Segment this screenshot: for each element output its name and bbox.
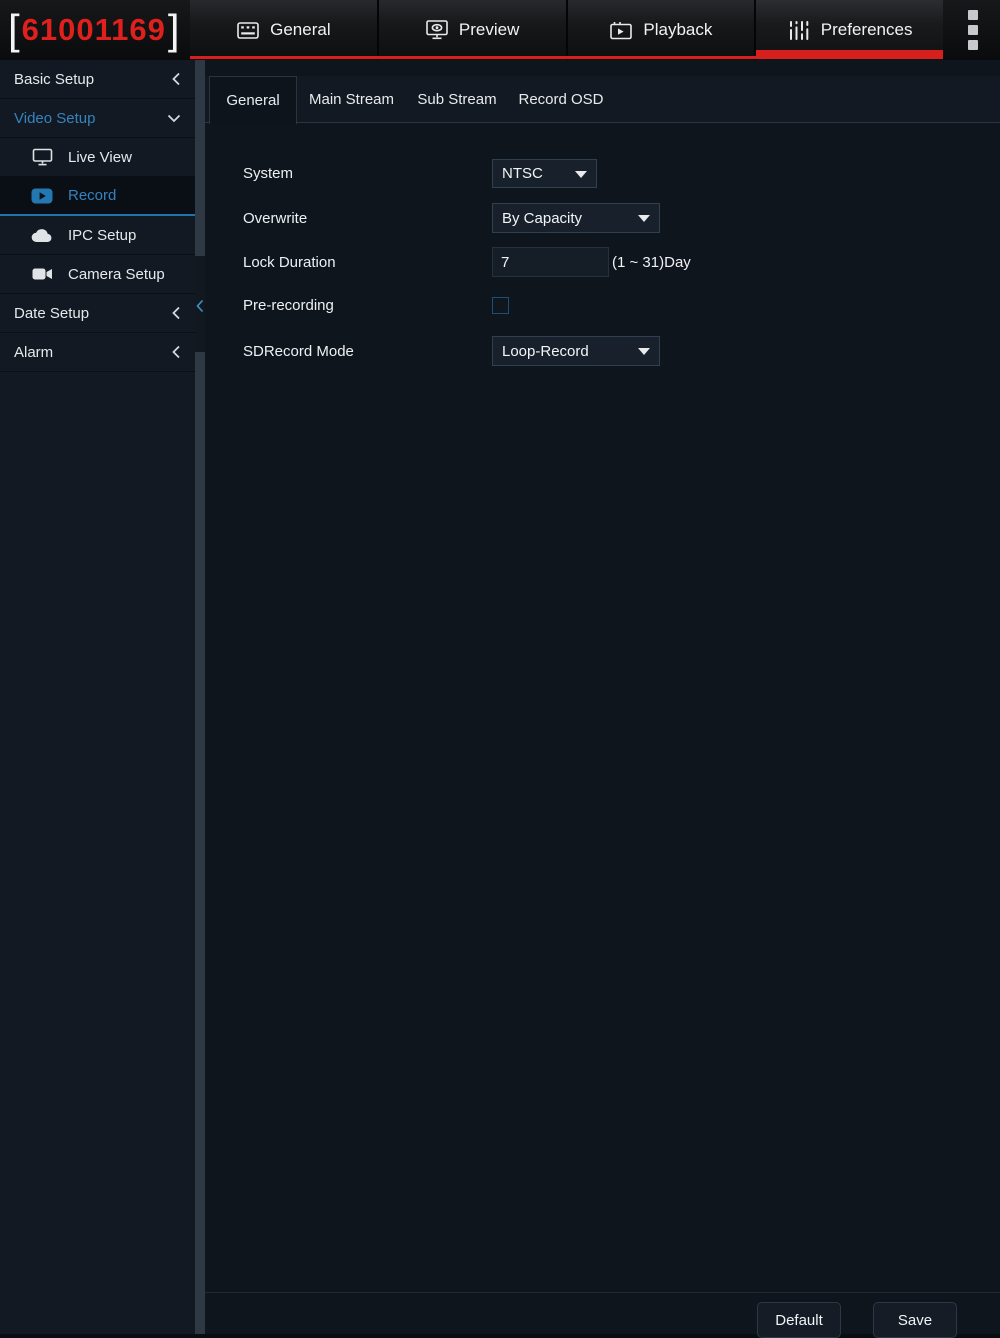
tab-preferences[interactable]: Preferences — [756, 0, 943, 60]
sidebar-item-date-setup[interactable]: Date Setup — [0, 294, 195, 333]
chevron-left-icon — [172, 345, 181, 359]
sliders-icon — [787, 20, 811, 40]
tab-record-general[interactable]: General — [209, 76, 297, 124]
sidebar-item-camera-setup[interactable]: Camera Setup — [0, 255, 195, 294]
sd-record-mode-select[interactable]: Loop-Record — [492, 336, 660, 366]
caret-down-icon — [638, 348, 650, 355]
overwrite-select[interactable]: By Capacity — [492, 203, 660, 233]
chevron-left-icon — [172, 306, 181, 320]
content-panel: General Main Stream Sub Stream Record OS… — [205, 60, 1000, 1338]
sidebar-collapse-icon[interactable] — [195, 296, 205, 316]
cloud-icon — [30, 228, 54, 243]
lock-duration-label: Lock Duration — [243, 253, 336, 271]
tab-preview[interactable]: Preview — [378, 0, 566, 60]
overwrite-select-value: By Capacity — [502, 209, 583, 227]
tab-playback[interactable]: Playback — [567, 0, 755, 60]
tab-label: Sub Stream — [417, 91, 497, 108]
device-id-bracket-open: [ — [8, 6, 20, 53]
sidebar-item-record[interactable]: Record — [0, 177, 195, 216]
sidebar-item-basic-setup[interactable]: Basic Setup — [0, 60, 195, 99]
sidebar-item-label: Basic Setup — [14, 70, 95, 88]
sidebar-gutter — [195, 60, 205, 1334]
tab-sub-stream[interactable]: Sub Stream — [406, 76, 508, 123]
sidebar-item-label: Record — [68, 187, 117, 204]
content-footer: Default Save — [205, 1292, 1000, 1338]
system-select[interactable]: NTSC — [492, 159, 597, 188]
overwrite-label: Overwrite — [243, 209, 308, 227]
sd-record-mode-label: SDRecord Mode — [243, 342, 354, 360]
default-button[interactable]: Default — [757, 1302, 841, 1338]
camera-icon — [30, 267, 54, 281]
tab-preview-label: Preview — [458, 20, 520, 39]
lock-duration-hint: (1 ~ 31)Day — [612, 253, 691, 271]
monitor-eye-icon — [425, 20, 449, 40]
sd-record-mode-select-value: Loop-Record — [502, 342, 589, 360]
caret-down-icon — [575, 170, 587, 178]
system-select-value: NTSC — [502, 165, 543, 182]
sidebar-item-alarm[interactable]: Alarm — [0, 333, 195, 372]
form-row-overwrite: Overwrite By Capacity — [243, 203, 660, 233]
tab-record-osd[interactable]: Record OSD — [508, 76, 614, 123]
top-tab-bar: General Preview Playback Preferences — [190, 0, 943, 60]
sidebar-item-label: IPC Setup — [68, 226, 137, 244]
tab-label: General — [226, 92, 280, 109]
sidebar-item-label: Video Setup — [14, 109, 96, 127]
form-row-lock-duration: Lock Duration (1 ~ 31)Day — [243, 247, 691, 277]
grid-icon — [236, 21, 260, 39]
chevron-down-icon — [167, 114, 181, 123]
sidebar-item-label: Date Setup — [14, 304, 90, 322]
lock-duration-input[interactable] — [492, 247, 609, 277]
sidebar-item-live-view[interactable]: Live View — [0, 138, 195, 177]
sidebar-item-video-setup[interactable]: Video Setup — [0, 99, 195, 138]
pre-recording-label: Pre-recording — [243, 297, 334, 314]
tab-playback-label: Playback — [643, 20, 713, 39]
sidebar-item-ipc-setup[interactable]: IPC Setup — [0, 216, 195, 255]
playback-icon — [609, 21, 633, 40]
tab-main-stream[interactable]: Main Stream — [297, 76, 406, 123]
top-bar: [ 61001169 ] General Preview Playback Pr… — [0, 0, 1000, 60]
pre-recording-checkbox[interactable] — [492, 297, 509, 314]
monitor-icon — [30, 148, 54, 166]
tab-general[interactable]: General — [190, 0, 377, 60]
tab-label: Main Stream — [308, 91, 395, 108]
chevron-left-icon — [172, 72, 181, 86]
record-play-icon — [30, 188, 54, 204]
tab-label: Record OSD — [518, 91, 604, 108]
content-tab-bar: General Main Stream Sub Stream Record OS… — [205, 76, 1000, 124]
sidebar: Basic Setup Video Setup Live View Record — [0, 60, 195, 1334]
tab-preferences-label: Preferences — [820, 20, 913, 39]
device-id-bracket-close: ] — [167, 6, 180, 53]
system-label: System — [243, 165, 294, 182]
form-row-pre-recording: Pre-recording — [243, 297, 509, 314]
device-id: [ 61001169 ] — [8, 0, 180, 60]
sidebar-item-label: Camera Setup — [68, 265, 165, 283]
tab-general-label: General — [270, 20, 331, 39]
form-row-system: System NTSC — [243, 159, 597, 188]
sidebar-item-label: Alarm — [14, 343, 54, 361]
device-id-number: 61001169 — [21, 12, 166, 47]
sidebar-item-label: Live View — [68, 148, 132, 166]
form-row-sd-record-mode: SDRecord Mode Loop-Record — [243, 336, 660, 366]
save-button[interactable]: Save — [873, 1302, 957, 1338]
overflow-menu-icon[interactable] — [962, 0, 984, 60]
caret-down-icon — [638, 215, 650, 222]
